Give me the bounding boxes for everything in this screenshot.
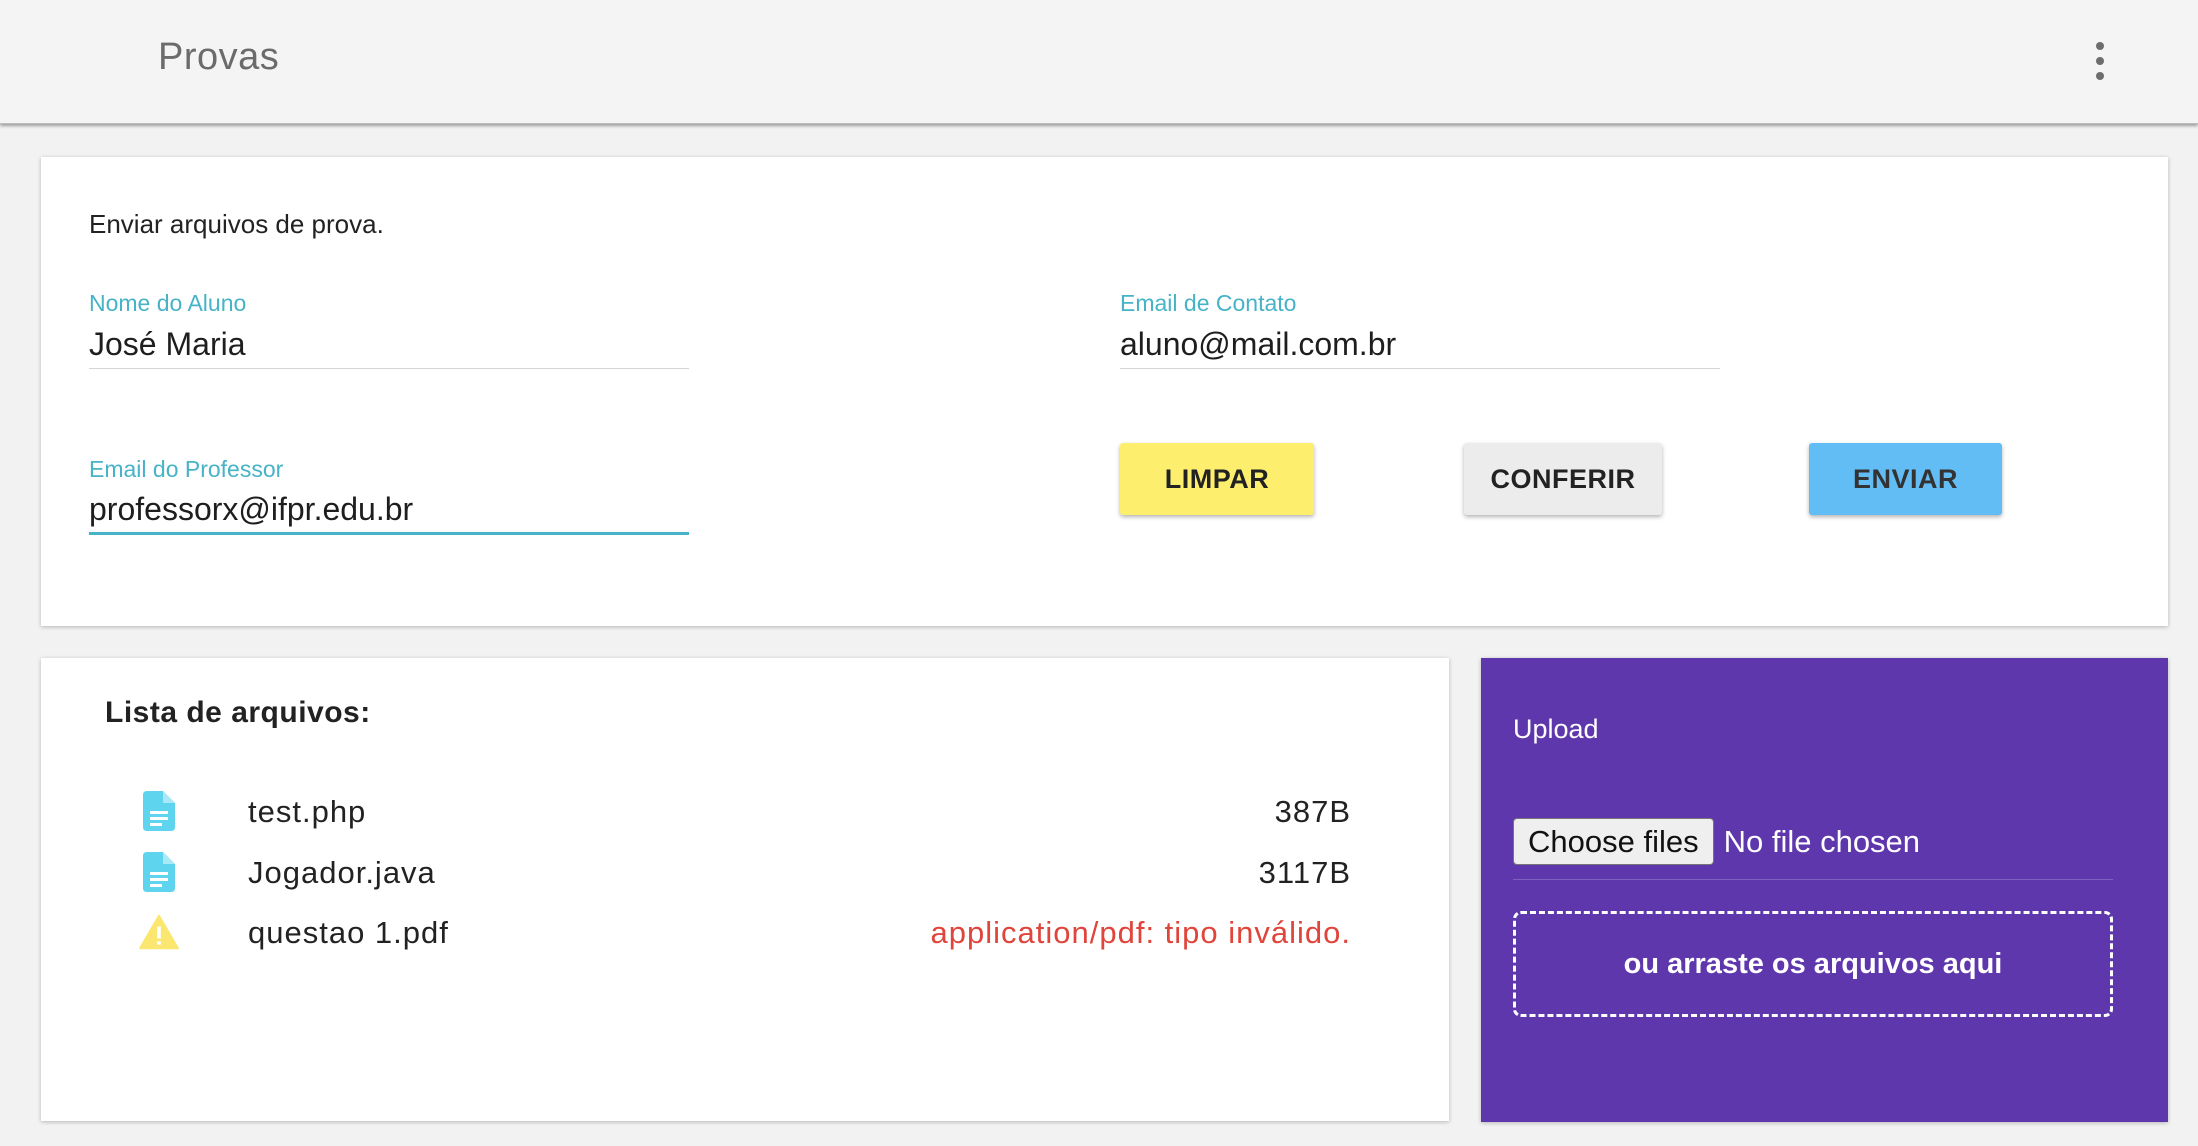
file-name: test.php [248,794,367,829]
list-item: test.php 387B [41,782,1449,838]
email-professor-label: Email do Professor [89,456,284,482]
nome-aluno-input[interactable] [89,317,689,369]
file-list-title: Lista de arquivos: [105,696,371,729]
conferir-button[interactable]: CONFERIR [1464,443,1662,515]
document-icon [139,851,179,893]
more-vert-icon[interactable] [2082,38,2118,84]
email-professor-field: Email do Professor [89,456,689,535]
file-size: 387B [1274,794,1351,829]
file-name: Jogador.java [248,855,436,890]
email-contato-field: Email de Contato [1120,290,1720,369]
email-contato-label: Email de Contato [1120,290,1297,316]
drop-zone[interactable]: ou arraste os arquivos aqui [1513,911,2113,1017]
list-item: Jogador.java 3117B [41,843,1449,899]
enviar-button[interactable]: ENVIAR [1809,443,2002,515]
email-contato-input[interactable] [1120,317,1720,369]
nome-aluno-label: Nome do Aluno [89,290,247,316]
limpar-button[interactable]: LIMPAR [1120,443,1314,515]
app-toolbar: Provas [0,0,2198,124]
warning-icon [139,911,179,953]
choose-files-button[interactable]: Choose files [1513,818,1714,865]
file-list-card: Lista de arquivos: test.php 387B Jogador… [41,658,1449,1121]
form-card: Enviar arquivos de prova. Nome do Aluno … [41,157,2168,626]
upload-title: Upload [1513,714,1599,744]
no-file-chosen-text: No file chosen [1723,824,1921,859]
form-intro-text: Enviar arquivos de prova. [89,209,384,239]
upload-card: Upload Choose files No file chosen ou ar… [1481,658,2168,1122]
document-icon [139,790,179,832]
list-item: questao 1.pdf application/pdf: tipo invá… [41,903,1449,959]
nome-aluno-field: Nome do Aluno [89,290,689,369]
page-title: Provas [158,36,280,78]
file-size: 3117B [1258,855,1351,890]
file-name: questao 1.pdf [248,915,449,950]
email-professor-input[interactable] [89,483,689,535]
file-chooser: Choose files No file chosen [1513,818,2113,880]
file-error-message: application/pdf: tipo inválido. [930,915,1351,950]
